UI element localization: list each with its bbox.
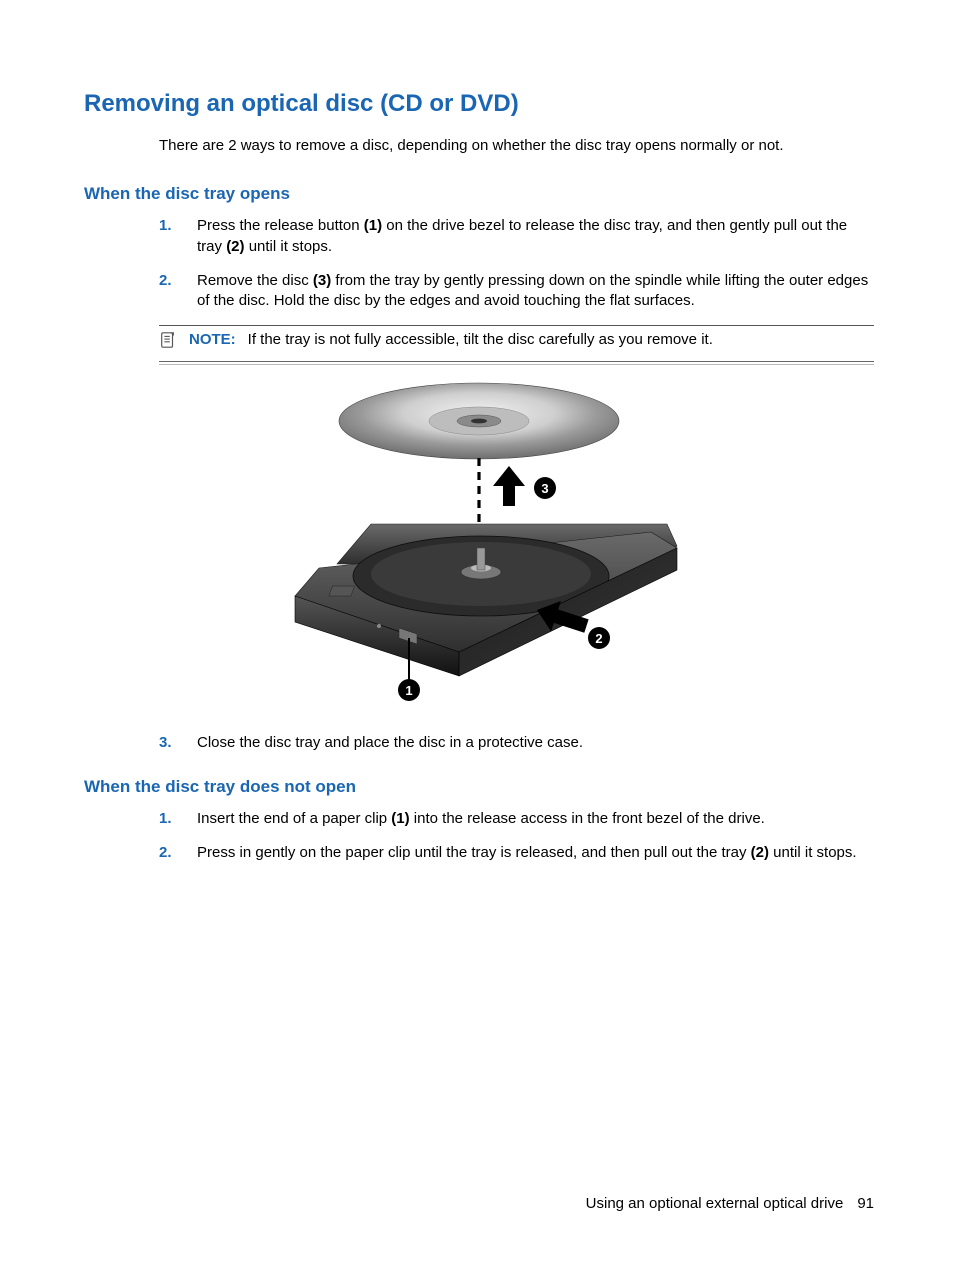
note-label: NOTE: [189, 331, 236, 348]
step-text: Press the release button [197, 217, 364, 234]
note-box: NOTE: If the tray is not fully accessible… [159, 325, 874, 361]
step-number: 1. [159, 216, 172, 236]
page-title: Removing an optical disc (CD or DVD) [84, 90, 874, 118]
section1-heading: When the disc tray opens [84, 184, 874, 204]
section1-steps-continued: 3. Close the disc tray and place the dis… [159, 733, 874, 753]
callout-ref: (1) [364, 217, 382, 234]
callout-2: 2 [595, 631, 602, 646]
step-number: 2. [159, 271, 172, 291]
callout-ref: (2) [226, 238, 244, 255]
step-text: Insert the end of a paper clip [197, 810, 391, 827]
section2-heading: When the disc tray does not open [84, 777, 874, 797]
note-icon [159, 331, 181, 355]
callout-3: 3 [541, 481, 548, 496]
figure-optical-drive: 3 2 [84, 376, 874, 711]
step-number: 1. [159, 809, 172, 829]
list-item: 1. Insert the end of a paper clip (1) in… [159, 809, 874, 829]
callout-ref: (1) [391, 810, 409, 827]
step-text: into the release access in the front bez… [410, 810, 765, 827]
callout-ref: (2) [751, 844, 769, 861]
note-text: If the tray is not fully accessible, til… [248, 331, 713, 348]
step-number: 2. [159, 843, 172, 863]
page-footer: Using an optional external optical drive… [586, 1195, 874, 1212]
step-number: 3. [159, 733, 172, 753]
list-item: 2. Remove the disc (3) from the tray by … [159, 271, 874, 312]
callout-ref: (3) [313, 272, 331, 289]
step-text: Close the disc tray and place the disc i… [197, 734, 583, 751]
list-item: 1. Press the release button (1) on the d… [159, 216, 874, 257]
callout-1: 1 [405, 683, 412, 698]
intro-paragraph: There are 2 ways to remove a disc, depen… [159, 136, 874, 156]
list-item: 2. Press in gently on the paper clip unt… [159, 843, 874, 863]
step-text: until it stops. [769, 844, 857, 861]
footer-section: Using an optional external optical drive [586, 1195, 844, 1212]
step-text: until it stops. [245, 238, 333, 255]
section2-steps: 1. Insert the end of a paper clip (1) in… [159, 809, 874, 864]
page-number: 91 [857, 1195, 874, 1212]
step-text: Remove the disc [197, 272, 313, 289]
section1-steps: 1. Press the release button (1) on the d… [159, 216, 874, 311]
list-item: 3. Close the disc tray and place the dis… [159, 733, 874, 753]
step-text: Press in gently on the paper clip until … [197, 844, 751, 861]
page: Removing an optical disc (CD or DVD) The… [0, 0, 954, 1270]
